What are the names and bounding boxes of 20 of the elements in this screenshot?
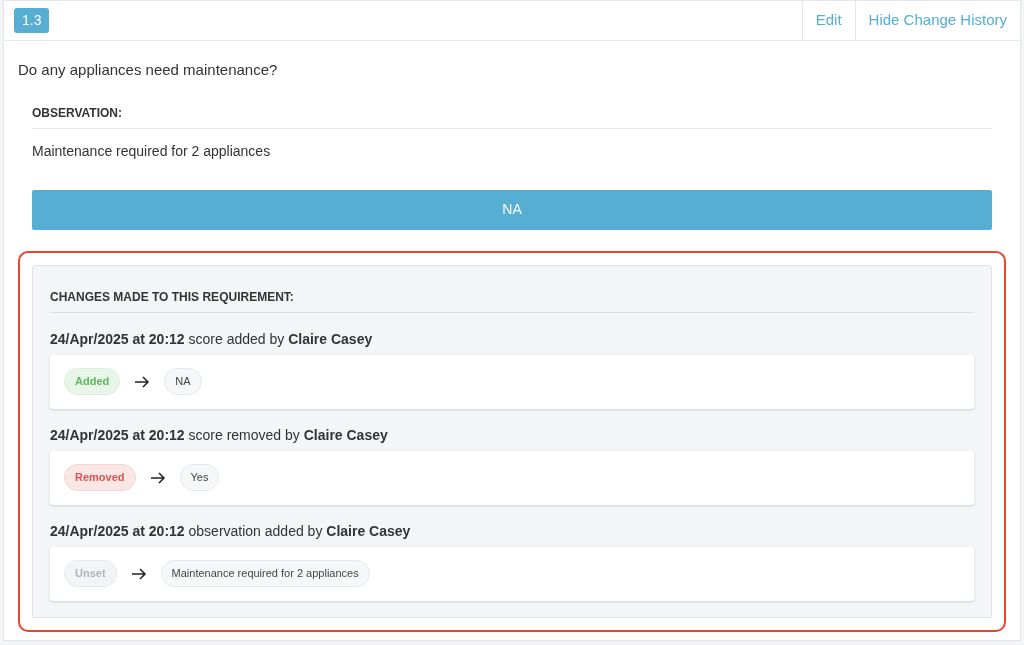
value-badge: Maintenance required for 2 appliances [160,560,370,587]
status-badge: Added [64,368,121,395]
right-arrow-icon [149,471,166,484]
number-badge: 1.3 [14,8,50,33]
status-badge: Unset [64,560,117,587]
value-badge: NA [164,368,202,395]
change-summary: 24/Apr/2025 at 20:12 observation added by Claire Casey [50,521,412,541]
header-link[interactable]: Edit [801,1,855,40]
right-arrow-icon [130,567,147,580]
observation-label: OBSERVATION: [32,103,992,129]
question-text: Do any appliances need maintenance? [18,60,279,80]
score-button[interactable]: NA [32,189,992,230]
change-summary: 24/Apr/2025 at 20:12 score added by Claire Casey [50,329,374,349]
right-arrow-icon [134,375,151,388]
observation-text: Maintenance required for 2 appliances [32,141,272,161]
header-link[interactable]: Hide Change History [854,1,1020,40]
history-title: CHANGES MADE TO THIS REQUIREMENT: [50,287,974,313]
status-badge: Removed [64,464,136,491]
change-summary: 24/Apr/2025 at 20:12 score removed by Claire Casey [50,425,389,445]
value-badge: Yes [179,464,220,491]
